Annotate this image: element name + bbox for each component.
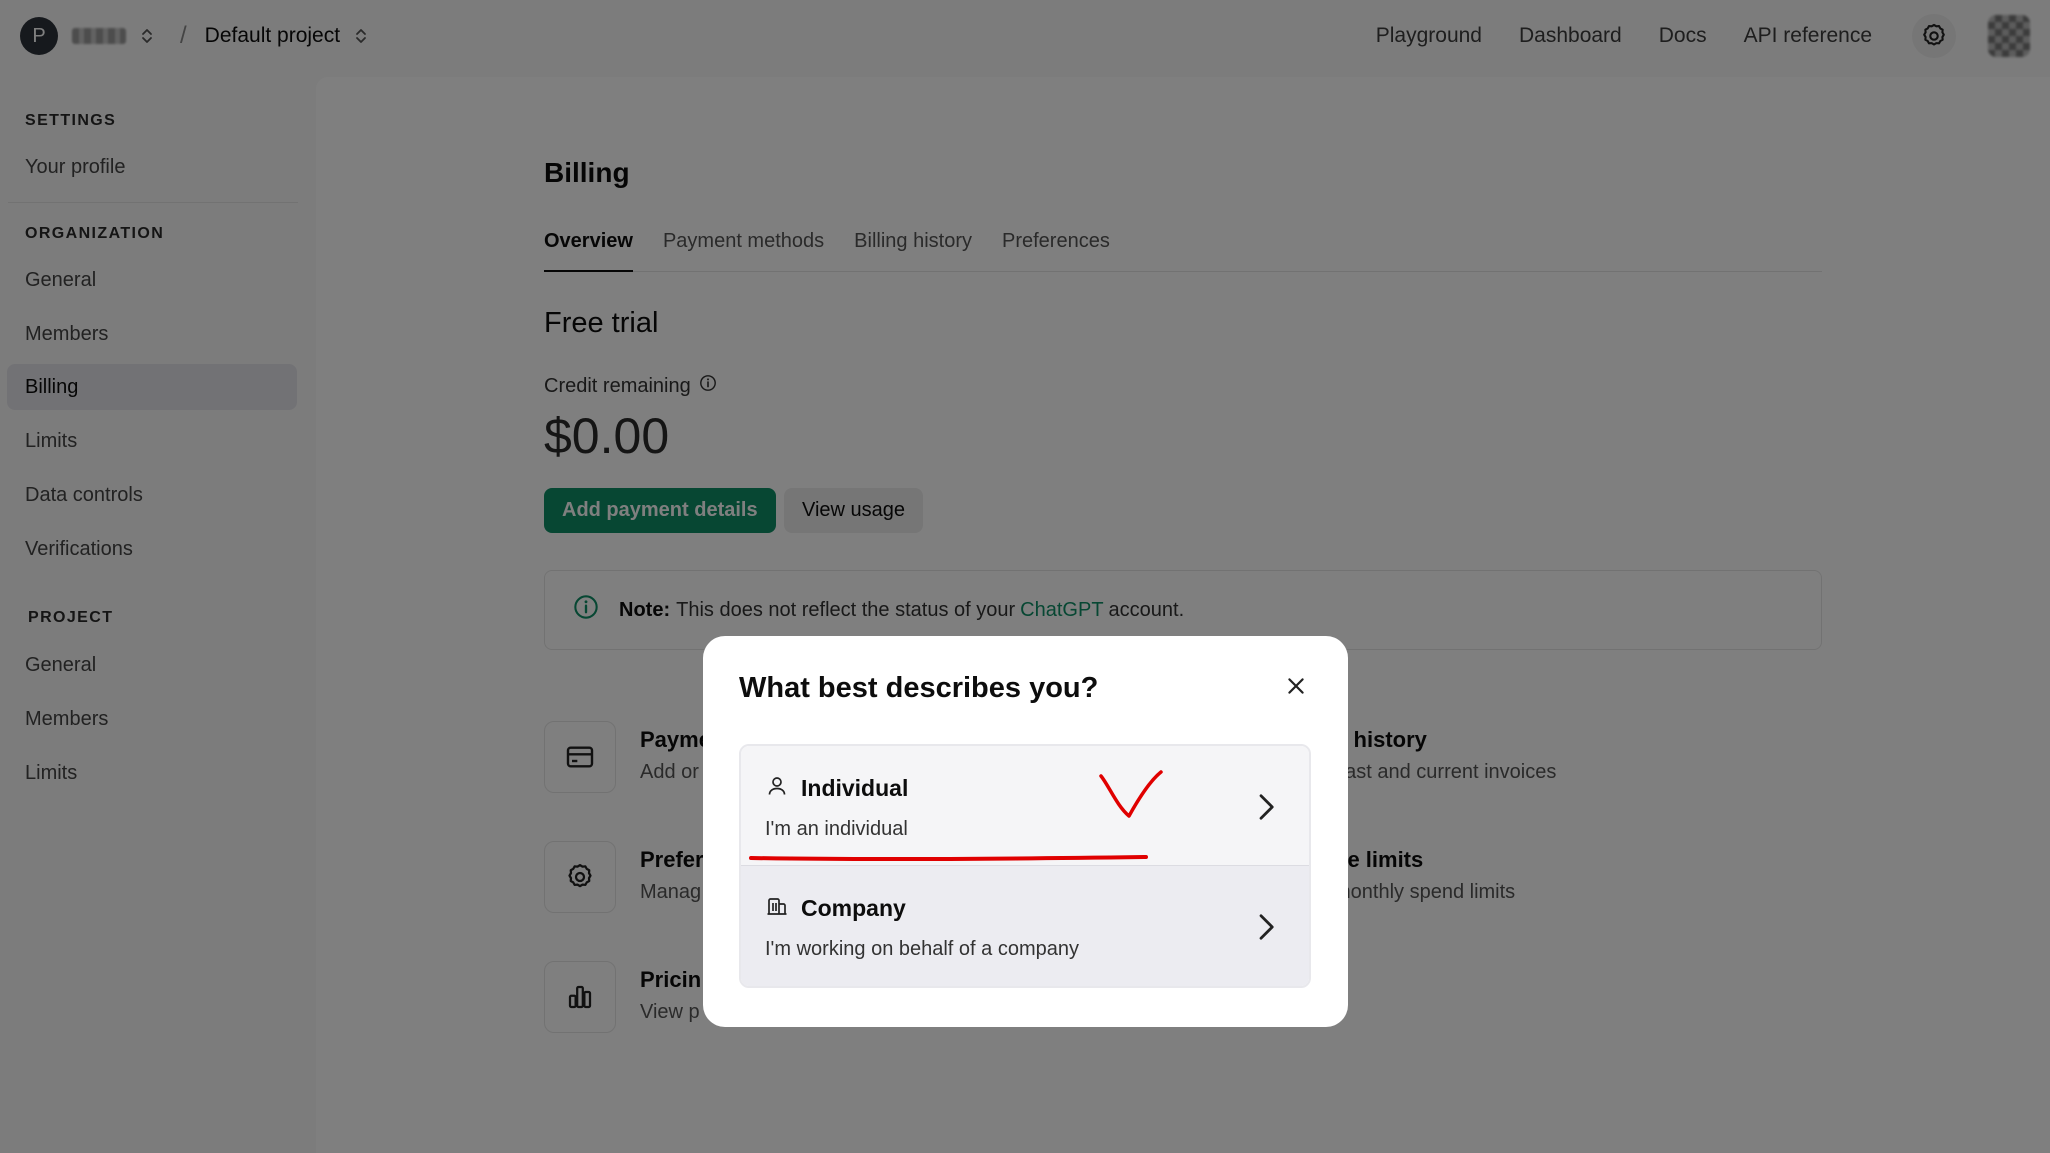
chevron-right-icon xyxy=(1253,792,1279,827)
option-title: Individual xyxy=(801,775,909,801)
option-company[interactable]: Company I'm working on behalf of a compa… xyxy=(741,866,1309,986)
app-root: P / Default project Playground Dashboard… xyxy=(0,0,2050,1153)
building-icon xyxy=(765,894,789,923)
option-list: Individual I'm an individual Company I'm… xyxy=(739,744,1311,988)
person-icon xyxy=(765,774,789,803)
option-title: Company xyxy=(801,895,906,921)
option-desc: I'm working on behalf of a company xyxy=(765,938,1079,960)
option-individual[interactable]: Individual I'm an individual xyxy=(741,746,1309,866)
close-icon[interactable] xyxy=(1280,670,1312,702)
account-type-dialog: What best describes you? Individual I'm … xyxy=(703,636,1348,1027)
chevron-right-icon xyxy=(1253,912,1279,947)
dialog-title: What best describes you? xyxy=(739,672,1099,704)
option-desc: I'm an individual xyxy=(765,818,908,840)
